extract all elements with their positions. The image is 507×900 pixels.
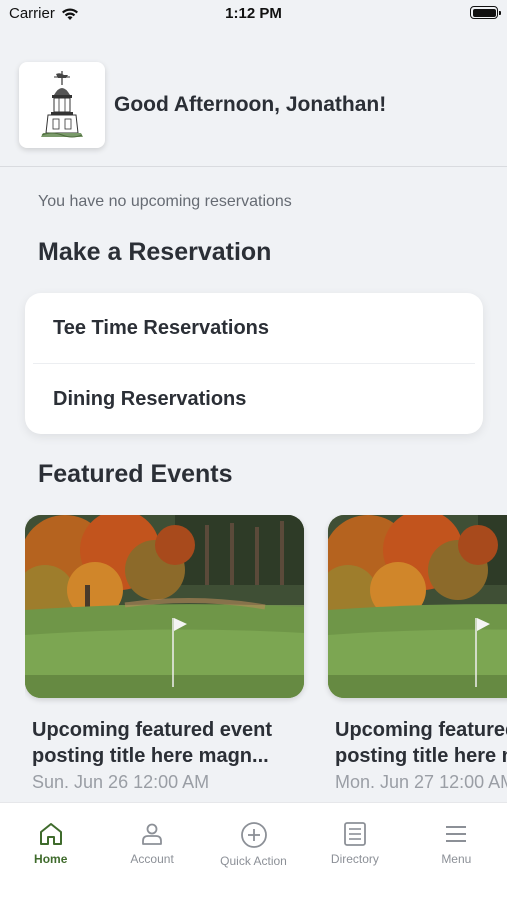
tab-label: Directory — [330, 852, 379, 866]
event-card[interactable]: Upcoming featured event posting title he… — [328, 515, 507, 793]
home-icon — [39, 823, 62, 845]
hamburger-icon — [446, 826, 467, 842]
event-image[interactable] — [25, 515, 304, 698]
event-title-line: Upcoming featured event — [335, 719, 507, 741]
status-bar: Carrier 1:12 PM — [0, 0, 507, 28]
tab-account[interactable]: Account — [101, 803, 202, 900]
event-title-line: Upcoming featured event — [32, 719, 273, 741]
battery-icon — [470, 6, 501, 19]
plus-circle-icon — [240, 822, 267, 848]
greeting-text: Good Afternoon, Jonathan! — [114, 93, 387, 116]
event-title-line: posting title here magn... — [335, 745, 507, 767]
tab-label: Menu — [441, 852, 472, 866]
tab-menu[interactable]: Menu — [406, 803, 507, 900]
event-title[interactable]: Upcoming featured event posting title he… — [335, 717, 507, 769]
header: Good Afternoon, Jonathan! — [19, 62, 507, 148]
reservation-card: Tee Time Reservations Dining Reservation… — [25, 293, 483, 434]
featured-events-carousel[interactable]: Upcoming featured event posting title he… — [25, 515, 507, 805]
tab-bar: Home Account Quick Action Directory Menu — [0, 802, 507, 900]
status-right — [470, 6, 501, 19]
person-icon — [142, 823, 163, 845]
tee-time-reservations-button[interactable]: Tee Time Reservations — [25, 293, 483, 363]
list-icon — [344, 822, 366, 846]
club-logo[interactable] — [19, 62, 105, 148]
event-date: Mon. Jun 27 12:00 AM — [335, 772, 507, 792]
tab-label: Account — [130, 852, 174, 866]
no-reservations-text: You have no upcoming reservations — [38, 193, 292, 210]
tab-quick-action[interactable]: Quick Action — [203, 803, 304, 900]
cupola-logo-icon — [41, 71, 83, 138]
event-date: Sun. Jun 26 12:00 AM — [32, 772, 210, 792]
header-divider — [0, 166, 507, 167]
golf-course-image — [25, 515, 304, 698]
featured-events-title: Featured Events — [38, 460, 233, 488]
event-title[interactable]: Upcoming featured event posting title he… — [32, 717, 332, 769]
event-card[interactable]: Upcoming featured event posting title he… — [25, 515, 305, 793]
dining-reservations-button[interactable]: Dining Reservations — [25, 364, 483, 434]
tab-label: Quick Action — [220, 854, 287, 868]
golf-course-image — [328, 515, 507, 698]
tab-home[interactable]: Home — [0, 803, 101, 900]
event-title-line: posting title here magn... — [32, 745, 269, 767]
make-reservation-title: Make a Reservation — [38, 238, 272, 266]
tab-label: Home — [34, 852, 68, 866]
status-time: 1:12 PM — [225, 5, 282, 22]
event-image[interactable] — [328, 515, 507, 698]
tab-directory[interactable]: Directory — [304, 803, 405, 900]
